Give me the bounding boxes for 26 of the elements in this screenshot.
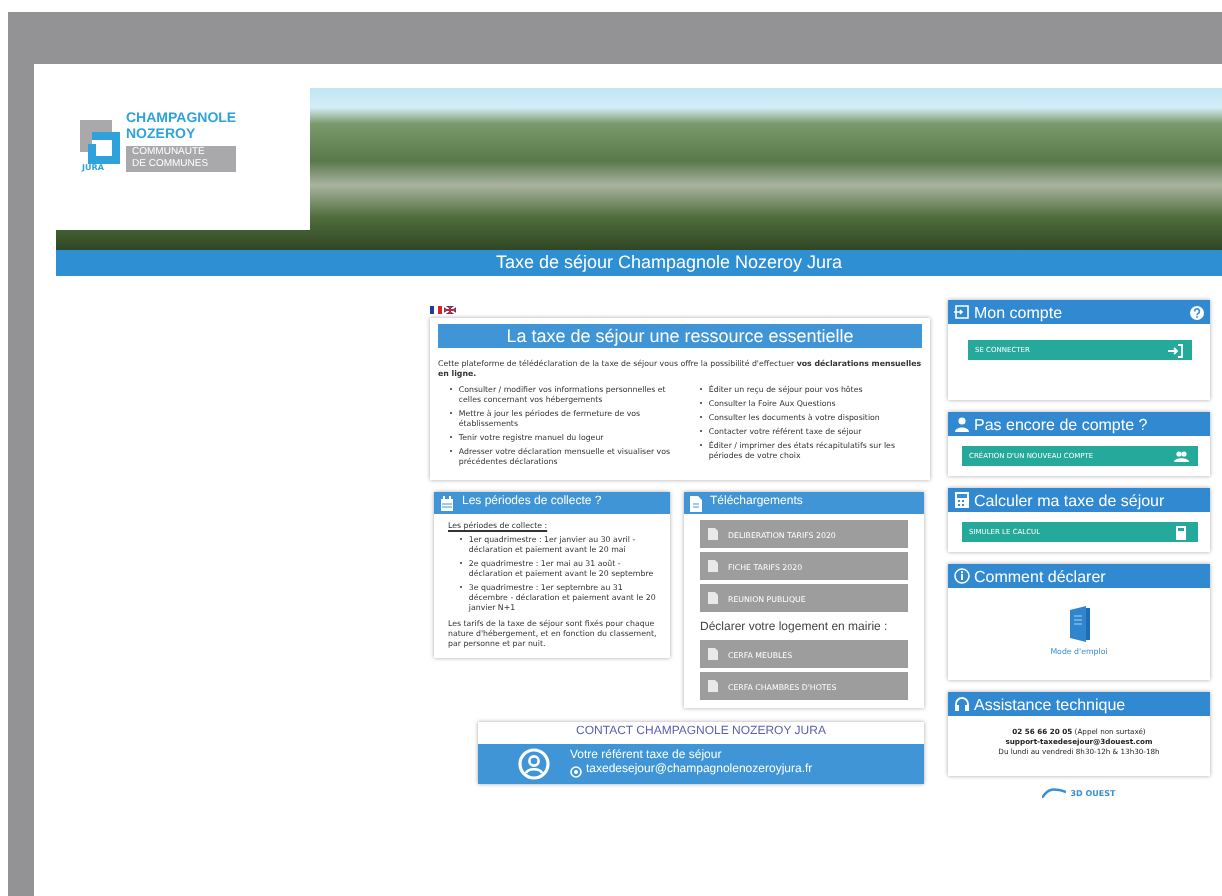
users-icon bbox=[1173, 449, 1189, 463]
card-title: Assistance technique bbox=[974, 695, 1128, 713]
document-icon bbox=[708, 592, 718, 604]
card-header: La taxe de séjour une ressource essentielle bbox=[438, 324, 922, 348]
french-flag-icon bbox=[430, 306, 442, 314]
card-title: Pas encore de compte ? bbox=[974, 415, 1150, 433]
wave-logo-icon bbox=[1042, 788, 1067, 798]
person-icon bbox=[518, 748, 550, 780]
user-icon bbox=[954, 416, 970, 432]
document-icon bbox=[708, 648, 718, 660]
document-icon bbox=[708, 560, 718, 572]
at-sign-icon bbox=[570, 765, 582, 777]
sign-in-icon bbox=[954, 304, 970, 320]
card-title: Mon compte bbox=[974, 303, 1065, 321]
sign-in-icon bbox=[1167, 343, 1183, 357]
info-icon bbox=[954, 568, 970, 584]
card-title: Comment déclarer bbox=[974, 567, 1108, 585]
calculator-icon bbox=[1173, 525, 1189, 539]
headset-icon bbox=[954, 696, 970, 712]
document-icon bbox=[708, 680, 718, 692]
logo-mark-icon bbox=[76, 116, 124, 168]
card-title: Calculer ma taxe de séjour bbox=[974, 491, 1167, 509]
door-icon bbox=[1067, 606, 1091, 642]
uk-flag-icon bbox=[444, 306, 456, 314]
document-icon bbox=[708, 528, 718, 540]
site-title: Taxe de séjour Champagnole Nozeroy Jura bbox=[56, 250, 1222, 276]
